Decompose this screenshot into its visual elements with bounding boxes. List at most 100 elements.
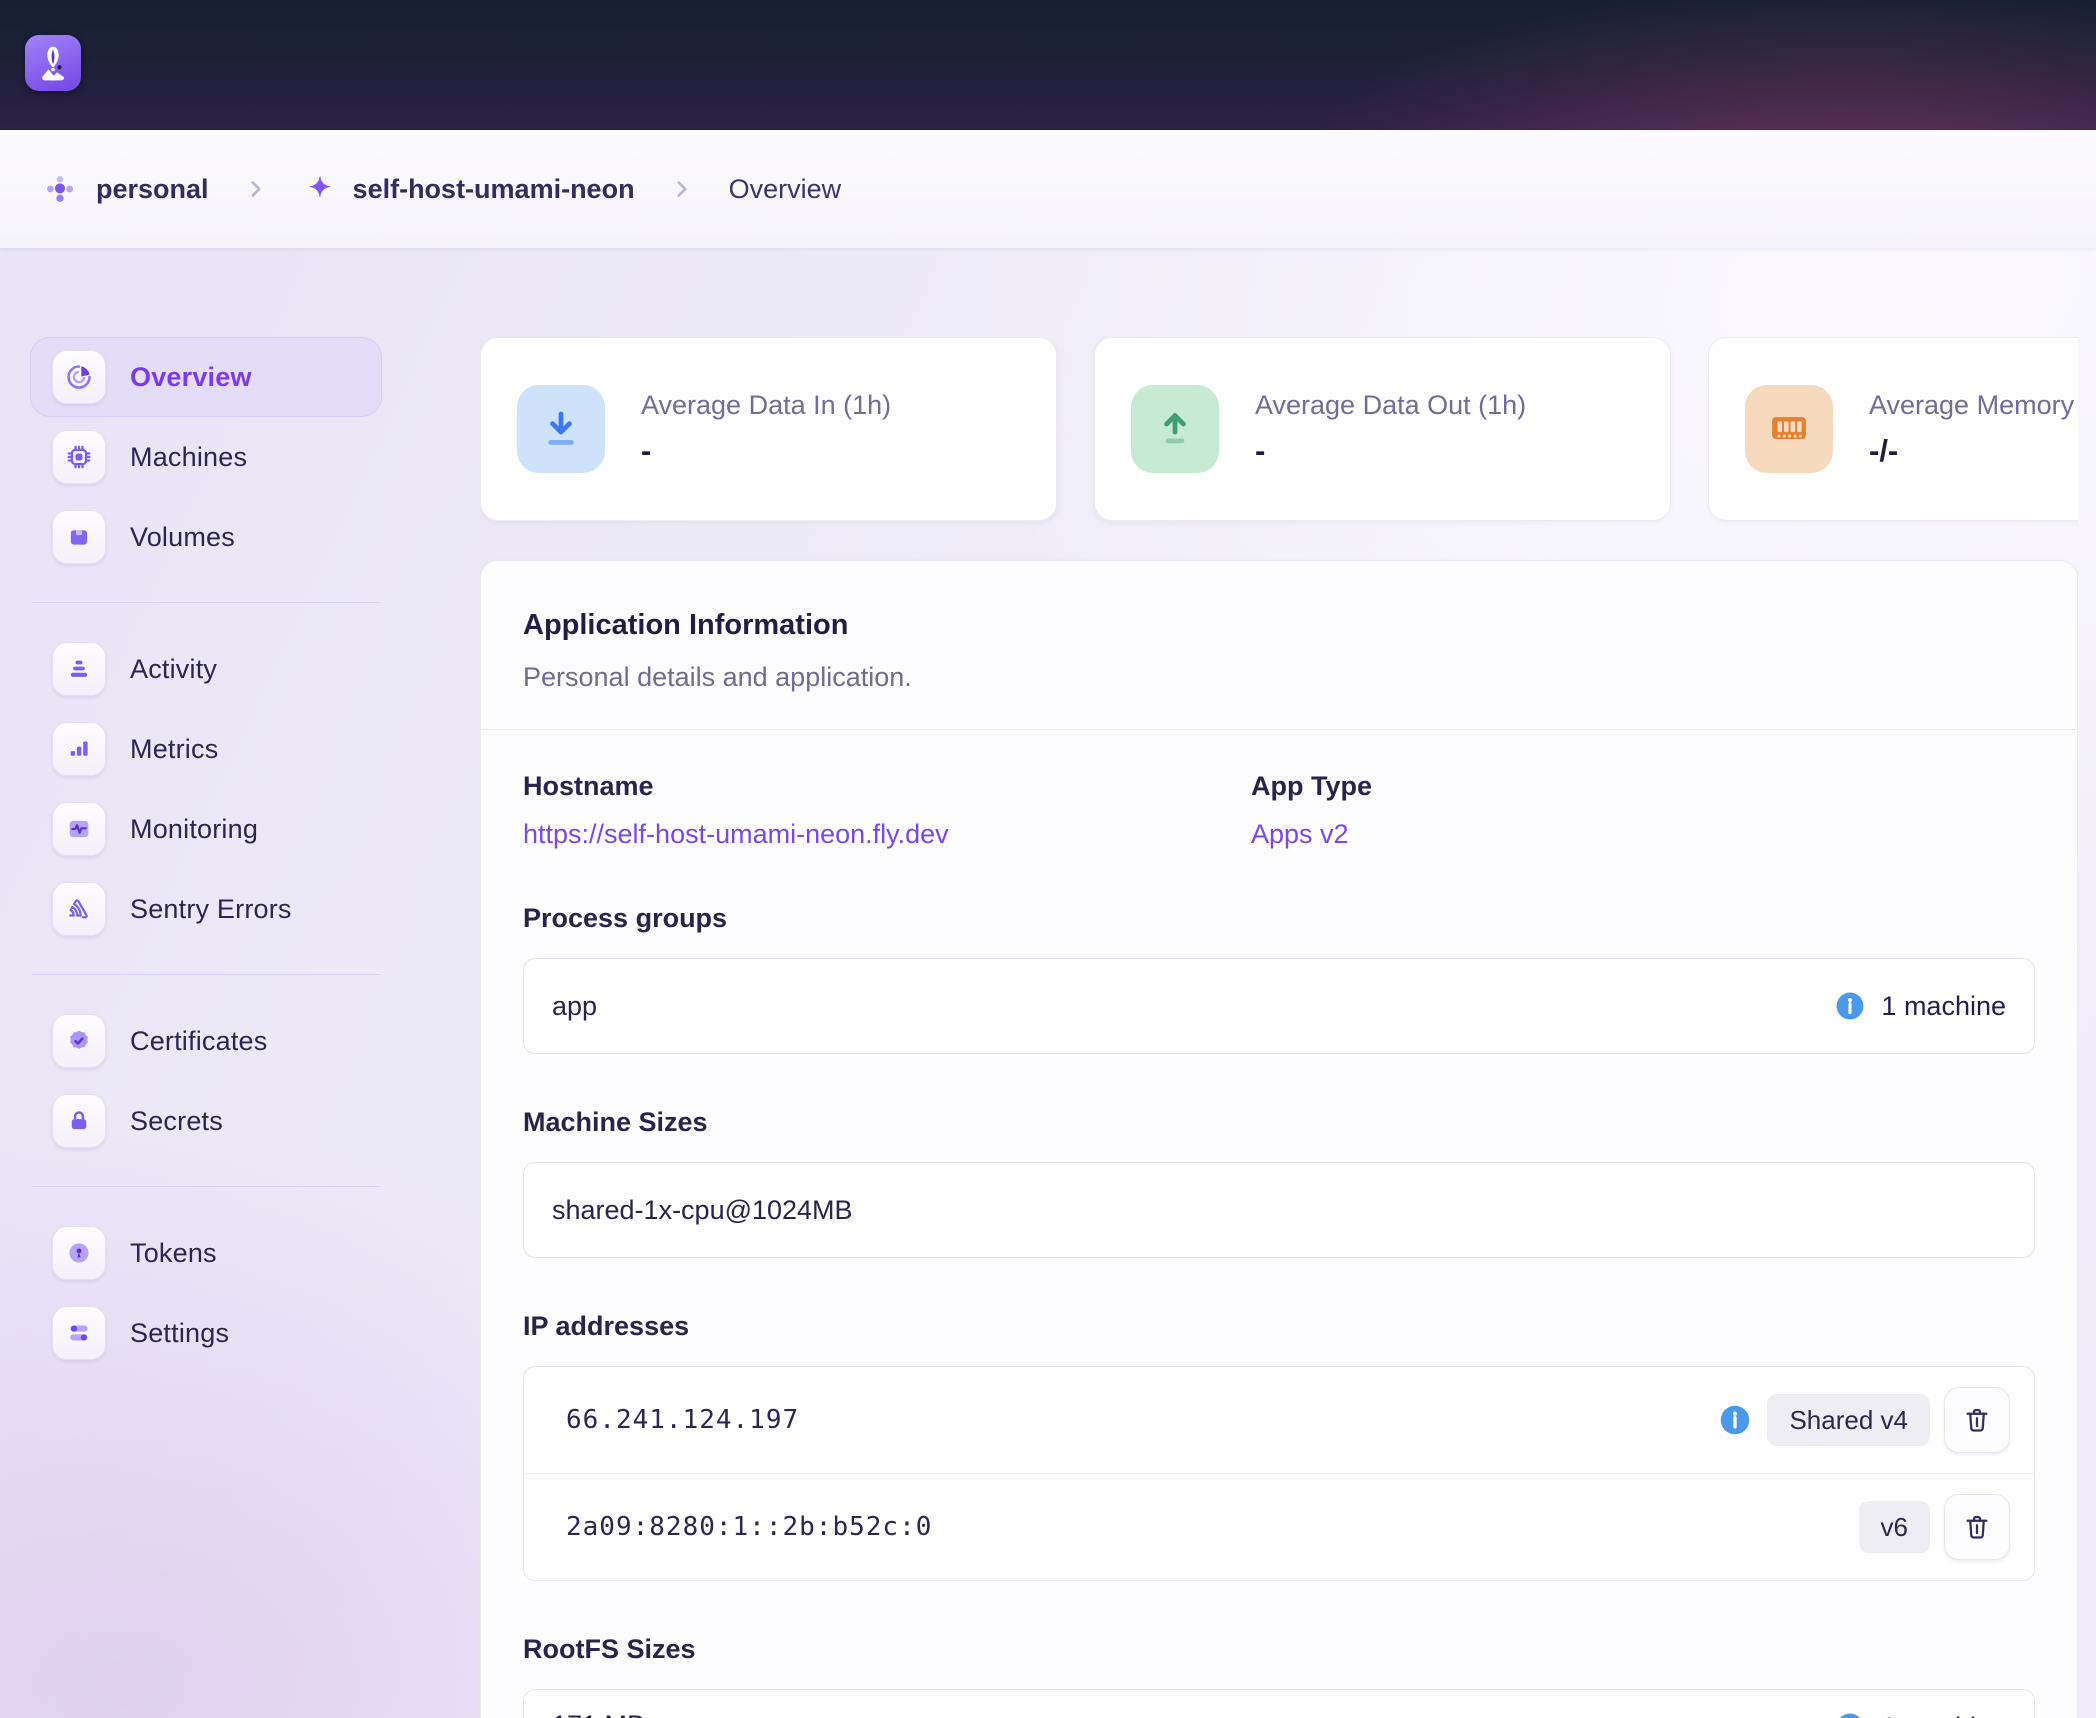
sidebar-item-monitoring[interactable]: Monitoring [30, 789, 382, 869]
info-icon[interactable] [1717, 1402, 1753, 1438]
sidebar-item-label: Metrics [130, 734, 218, 765]
machine-sizes-label: Machine Sizes [523, 1106, 2035, 1138]
process-group-row: app 1 machine [524, 959, 2034, 1053]
machine-count: 1 machine [1881, 1712, 2006, 1718]
badge-check-icon [52, 1014, 106, 1068]
org-dots-icon [40, 169, 80, 209]
sidebar-item-tokens[interactable]: Tokens [30, 1213, 382, 1293]
process-groups-label: Process groups [523, 902, 2035, 934]
stat-title: Average Data Out (1h) [1255, 390, 1526, 421]
stat-card-data-out: Average Data Out (1h) - [1094, 337, 1671, 521]
rootfs-size-value: 171 MB [552, 1710, 645, 1718]
trash-icon [1962, 1405, 1992, 1435]
sidebar-divider [32, 602, 380, 603]
keyhole-icon [52, 1226, 106, 1280]
stat-value: - [1255, 433, 1526, 469]
toggles-icon [52, 1306, 106, 1360]
stat-title: Average Data In (1h) [641, 390, 891, 421]
breadcrumb-app[interactable]: self-host-umami-neon [303, 172, 635, 206]
chevron-right-icon [243, 176, 269, 202]
stat-card-memory: Average Memory -/- [1708, 337, 2078, 521]
cpu-icon [52, 430, 106, 484]
sidebar-item-label: Tokens [130, 1238, 217, 1269]
sidebar-item-label: Activity [130, 654, 217, 685]
breadcrumb-app-label: self-host-umami-neon [353, 174, 635, 205]
sidebar-item-certificates[interactable]: Certificates [30, 1001, 382, 1081]
sidebar-item-label: Volumes [130, 522, 235, 553]
stat-cards-row: Average Data In (1h) - Average Data Out … [480, 337, 2078, 521]
hostname-label: Hostname [523, 770, 1251, 802]
application-information-header: Application Information Personal details… [481, 561, 2077, 729]
delete-ip-button[interactable] [1944, 1494, 2010, 1560]
sidebar-item-activity[interactable]: Activity [30, 629, 382, 709]
stat-title: Average Memory [1869, 390, 2074, 421]
info-icon[interactable] [1833, 1710, 1867, 1718]
hostname-link[interactable]: https://self-host-umami-neon.fly.dev [523, 818, 1251, 850]
rootfs-sizes-label: RootFS Sizes [523, 1633, 2035, 1665]
machine-size-value: shared-1x-cpu@1024MB [552, 1195, 853, 1226]
sidebar-divider [32, 974, 380, 975]
delete-ip-button[interactable] [1944, 1387, 2010, 1453]
ip-type-badge: v6 [1859, 1501, 1930, 1553]
fly-logo[interactable] [25, 35, 81, 91]
stat-card-data-in: Average Data In (1h) - [480, 337, 1057, 521]
box-icon [52, 510, 106, 564]
sparkle-icon [303, 172, 337, 206]
sidebar-item-label: Machines [130, 442, 247, 473]
memory-icon [1745, 385, 1833, 473]
app-screen: personal self-host-umami-neon Overview [0, 0, 2096, 1718]
process-groups-section: Process groups app 1 machine [523, 902, 2035, 1054]
breadcrumb: personal self-host-umami-neon Overview [0, 130, 2096, 248]
sidebar-item-label: Settings [130, 1318, 229, 1349]
sidebar-item-sentry-errors[interactable]: Sentry Errors [30, 869, 382, 949]
balloon-icon [32, 42, 74, 84]
sidebar-divider [32, 1186, 380, 1187]
rootfs-row: 171 MB 1 machine [524, 1690, 2034, 1718]
card-subtitle: Personal details and application. [523, 661, 2035, 693]
rootfs-sizes-section: RootFS Sizes 171 MB 1 machine [523, 1633, 2035, 1718]
sidebar-item-label: Monitoring [130, 814, 258, 845]
sidebar-item-label: Overview [130, 362, 252, 393]
ip-row: 2a09:8280:1::2b:b52c:0 v6 [524, 1474, 2034, 1580]
sidebar-item-label: Secrets [130, 1106, 223, 1137]
application-information-card: Application Information Personal details… [480, 560, 2078, 1718]
sidebar-item-volumes[interactable]: Volumes [30, 497, 382, 577]
breadcrumb-org-label: personal [96, 174, 209, 205]
sidebar-item-metrics[interactable]: Metrics [30, 709, 382, 789]
trash-icon [1962, 1512, 1992, 1542]
breadcrumb-page-label: Overview [729, 174, 842, 205]
ip-row: 66.241.124.197 Shared v4 [524, 1367, 2034, 1473]
sidebar-item-secrets[interactable]: Secrets [30, 1081, 382, 1161]
ip-addresses-section: IP addresses 66.241.124.197 Shared v4 [523, 1310, 2035, 1581]
machine-sizes-section: Machine Sizes shared-1x-cpu@1024MB [523, 1106, 2035, 1258]
sidebar-item-settings[interactable]: Settings [30, 1293, 382, 1373]
sidebar-item-label: Sentry Errors [130, 894, 292, 925]
main-content: Average Data In (1h) - Average Data Out … [480, 337, 2078, 1718]
stat-value: -/- [1869, 433, 2074, 469]
machine-count: 1 machine [1881, 991, 2006, 1022]
top-header [0, 0, 2096, 130]
upload-icon [1131, 385, 1219, 473]
ip-addresses-label: IP addresses [523, 1310, 2035, 1342]
ip-address: 66.241.124.197 [566, 1405, 799, 1435]
stat-value: - [641, 433, 891, 469]
pie-chart-icon [52, 350, 106, 404]
process-group-name: app [552, 991, 597, 1022]
lock-icon [52, 1094, 106, 1148]
sidebar-item-machines[interactable]: Machines [30, 417, 382, 497]
app-type-link[interactable]: Apps v2 [1251, 818, 1372, 850]
sidebar-item-label: Certificates [130, 1026, 267, 1057]
sidebar-item-overview[interactable]: Overview [30, 337, 382, 417]
app-type-label: App Type [1251, 770, 1372, 802]
sidebar: Overview Machines Volumes [30, 337, 382, 1373]
machine-size-row: shared-1x-cpu@1024MB [524, 1163, 2034, 1257]
ip-type-badge: Shared v4 [1767, 1394, 1930, 1446]
chevron-right-icon [669, 176, 695, 202]
sentry-icon [52, 882, 106, 936]
ip-address: 2a09:8280:1::2b:b52c:0 [566, 1512, 932, 1542]
pulse-icon [52, 802, 106, 856]
card-title: Application Information [523, 607, 2035, 643]
bar-chart-icon [52, 722, 106, 776]
breadcrumb-org[interactable]: personal [40, 169, 209, 209]
info-icon[interactable] [1833, 989, 1867, 1023]
